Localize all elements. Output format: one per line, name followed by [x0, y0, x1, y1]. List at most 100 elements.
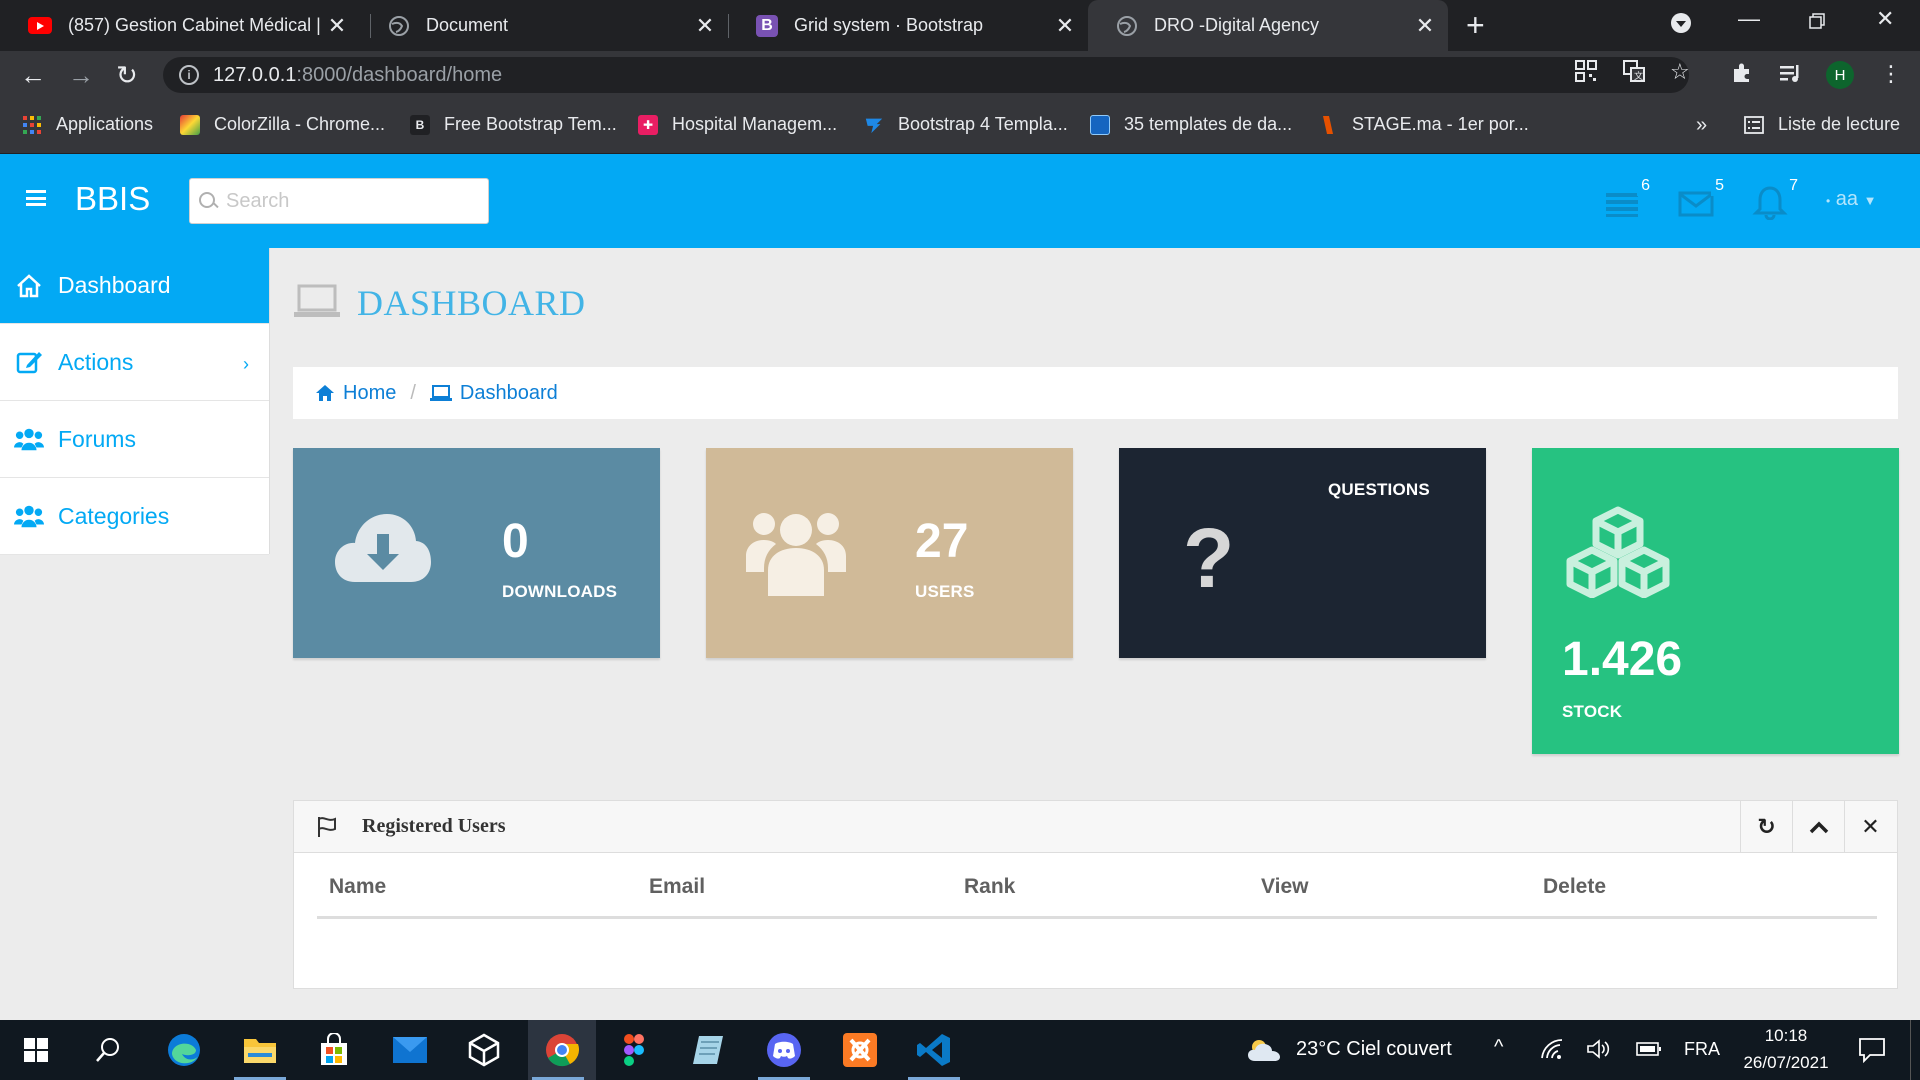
tasks-badge: 6: [1637, 176, 1654, 196]
extensions-icon[interactable]: [1730, 61, 1754, 91]
brand-logo[interactable]: BBIS: [75, 180, 150, 218]
weather-widget[interactable]: [1244, 1020, 1284, 1080]
taskbar-vscode[interactable]: [904, 1020, 964, 1080]
volume-icon[interactable]: [1586, 1038, 1610, 1066]
taskbar-notepad[interactable]: [678, 1020, 738, 1080]
close-window-icon[interactable]: ✕: [1876, 6, 1894, 32]
search-input[interactable]: [226, 189, 466, 213]
home-icon: [14, 271, 44, 301]
bell-icon: [1752, 186, 1788, 221]
column-header-email[interactable]: Email: [637, 871, 952, 919]
messages-button[interactable]: 5: [1678, 176, 1728, 220]
url-host: 127.0.0.1: [213, 63, 297, 86]
search-box: [189, 178, 489, 224]
battery-icon[interactable]: [1636, 1040, 1662, 1063]
taskbar-edge[interactable]: [154, 1020, 214, 1080]
user-menu[interactable]: • aa ▼: [1826, 188, 1876, 211]
translate-icon[interactable]: 文: [1622, 59, 1646, 89]
bookmarks-bar: Applications ColorZilla - Chrome... B Fr…: [0, 99, 1920, 154]
questions-card[interactable]: ? QUESTIONS: [1119, 448, 1486, 658]
sidebar: Dashboard Actions › Forums Categories: [0, 248, 270, 555]
column-header-rank[interactable]: Rank: [952, 871, 1249, 919]
bookmark-item[interactable]: ColorZilla - Chrome...: [180, 114, 385, 135]
address-bar: ← → ↻ i 127.0.0.1:8000/dashboard/home 文 …: [0, 51, 1920, 99]
breadcrumb-separator: /: [410, 381, 416, 404]
column-header-name[interactable]: Name: [317, 871, 637, 919]
media-control-icon[interactable]: [1778, 61, 1802, 91]
browser-tab[interactable]: (857) Gestion Cabinet Médical | a ✕: [0, 0, 360, 51]
users-card[interactable]: 27 USERS: [706, 448, 1073, 658]
cubes-icon: [1562, 506, 1674, 603]
close-tab-icon[interactable]: ✕: [322, 13, 352, 39]
browser-tab[interactable]: B Grid system · Bootstrap ✕: [728, 0, 1088, 51]
forward-icon[interactable]: →: [68, 59, 94, 91]
chevron-up-icon[interactable]: ^: [1494, 1036, 1503, 1059]
stock-value: 1.426: [1562, 633, 1683, 686]
taskbar-mail[interactable]: [380, 1020, 440, 1080]
tab-search-icon[interactable]: [1670, 12, 1692, 40]
taskbar-3d-app[interactable]: [454, 1020, 514, 1080]
sidebar-item-forums[interactable]: Forums: [0, 401, 269, 478]
bootstrap-icon: B: [756, 14, 778, 37]
language-indicator[interactable]: FRA: [1684, 1039, 1720, 1060]
wifi-icon[interactable]: [1540, 1038, 1564, 1066]
sidebar-item-categories[interactable]: Categories: [0, 478, 269, 555]
close-tab-icon[interactable]: ✕: [1410, 13, 1440, 39]
collapse-button[interactable]: [1792, 801, 1844, 852]
taskbar-file-explorer[interactable]: [230, 1020, 290, 1080]
column-header-view[interactable]: View: [1249, 871, 1531, 919]
tasks-button[interactable]: 6: [1604, 176, 1654, 220]
new-tab-button[interactable]: +: [1466, 8, 1485, 42]
discord-icon: [767, 1033, 801, 1067]
taskbar-xampp[interactable]: [830, 1020, 890, 1080]
taskbar-discord[interactable]: [754, 1020, 814, 1080]
taskbar-search-button[interactable]: [78, 1020, 138, 1080]
close-panel-button[interactable]: ✕: [1844, 801, 1896, 852]
hamburger-menu-icon[interactable]: [26, 190, 46, 206]
user-bullet-icon: •: [1826, 194, 1831, 208]
bookmark-star-icon[interactable]: ☆: [1670, 59, 1690, 85]
bookmark-item[interactable]: STAGE.ma - 1er por...: [1318, 114, 1529, 135]
menu-dots-icon[interactable]: ⋮: [1880, 61, 1902, 87]
browser-tab[interactable]: Document ✕: [360, 0, 728, 51]
bookmark-item[interactable]: Bootstrap 4 Templa...: [864, 114, 1068, 135]
taskbar-figma[interactable]: [604, 1020, 664, 1080]
breadcrumb-current[interactable]: Dashboard: [460, 382, 558, 405]
stock-card[interactable]: 1.426 STOCK: [1532, 448, 1899, 754]
more-bookmarks-button[interactable]: »: [1696, 114, 1707, 137]
clock-time[interactable]: 10:18: [1734, 1026, 1838, 1046]
taskbar-chrome[interactable]: [528, 1020, 596, 1080]
clock-date[interactable]: 26/07/2021: [1734, 1053, 1838, 1073]
notifications-button[interactable]: 7: [1752, 176, 1802, 221]
sidebar-item-dashboard[interactable]: Dashboard: [0, 248, 269, 324]
start-button[interactable]: [6, 1020, 66, 1080]
qr-code-icon[interactable]: [1574, 59, 1598, 89]
restore-icon[interactable]: [1808, 10, 1826, 36]
tab-title: (857) Gestion Cabinet Médical | a: [68, 15, 322, 35]
notification-center-icon[interactable]: [1858, 1037, 1886, 1069]
profile-avatar[interactable]: H: [1826, 61, 1854, 89]
taskbar-store[interactable]: [304, 1020, 364, 1080]
bookmark-label: Hospital Managem...: [672, 114, 838, 134]
browser-tab-active[interactable]: DRO -Digital Agency ✕: [1088, 0, 1448, 51]
bookmark-item[interactable]: Applications: [22, 114, 153, 135]
close-tab-icon[interactable]: ✕: [1050, 13, 1080, 39]
weather-text[interactable]: 23°C Ciel couvert: [1296, 1038, 1452, 1061]
reload-icon[interactable]: ↻: [116, 59, 138, 91]
sidebar-item-actions[interactable]: Actions ›: [0, 324, 269, 401]
site-info-icon[interactable]: i: [179, 65, 199, 85]
column-header-delete[interactable]: Delete: [1531, 871, 1877, 919]
refresh-button[interactable]: ↻: [1740, 801, 1792, 852]
bookmark-item[interactable]: B Free Bootstrap Tem...: [410, 114, 617, 135]
close-tab-icon[interactable]: ✕: [690, 13, 720, 39]
bookmark-item[interactable]: 35 templates de da...: [1090, 114, 1292, 135]
reading-list-button[interactable]: Liste de lecture: [1744, 114, 1900, 135]
bookmark-item[interactable]: ✚ Hospital Managem...: [638, 114, 837, 135]
downloads-card[interactable]: 0 DOWNLOADS: [293, 448, 660, 658]
minimize-icon[interactable]: —: [1738, 6, 1760, 32]
template-icon: [864, 115, 884, 135]
breadcrumb-home-link[interactable]: Home: [343, 382, 396, 405]
url-field[interactable]: i 127.0.0.1:8000/dashboard/home: [163, 57, 1689, 93]
back-icon[interactable]: ←: [20, 59, 46, 91]
show-desktop-button[interactable]: [1910, 1020, 1911, 1080]
